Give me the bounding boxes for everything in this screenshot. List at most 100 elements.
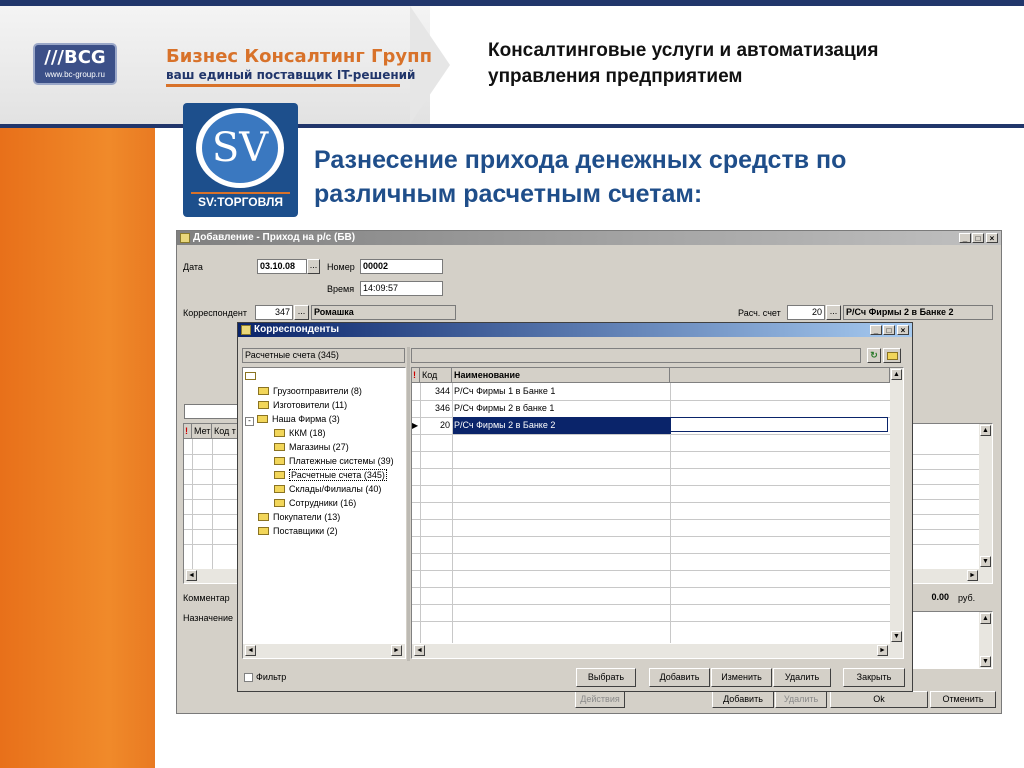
header-divider [0,124,1024,128]
grid-separator [412,536,890,537]
collapse-icon[interactable]: - [245,417,254,426]
sv-logo-caption: SV:ТОРГОВЛЯ [197,195,284,209]
folder-icon [258,527,269,535]
actions-button[interactable]: Действия [575,691,625,708]
correspondent-code-field[interactable]: 347 [255,305,293,320]
pane-splitter[interactable] [407,347,410,661]
search-field[interactable] [184,404,239,419]
scroll-right-icon[interactable]: ► [877,645,888,656]
scroll-right-icon[interactable]: ► [967,570,978,581]
grid-header-code[interactable]: Код [420,368,452,383]
account-picker-button[interactable]: ... [826,305,841,320]
grid-separator [412,485,890,486]
correspondent-name-field: Ромашка [311,305,456,320]
grid-header-name[interactable]: Наименование [452,368,670,383]
tree-item-selected[interactable]: Расчетные счета (345) [274,469,387,481]
filter-checkbox[interactable] [244,673,253,682]
dialog-titlebar: Корреспонденты _ □ × [238,323,912,337]
folder-icon [258,513,269,521]
time-field[interactable]: 14:09:57 [360,281,443,296]
scroll-left-icon[interactable]: ◄ [186,570,197,581]
items-grid-vscroll[interactable]: ▲ ▼ [979,424,992,569]
account-code-field[interactable]: 20 [787,305,825,320]
table-row[interactable]: 344 Р/Сч Фирмы 1 в Банке 1 [412,383,890,401]
tree-item[interactable]: Покупатели (13) [258,511,340,523]
tree-item[interactable]: Изготовители (11) [258,399,347,411]
scroll-left-icon[interactable]: ◄ [245,645,256,656]
add-button[interactable]: Добавить [712,691,774,708]
folder-icon [886,352,898,360]
ok-button[interactable]: Ok [830,691,928,708]
number-field[interactable]: 00002 [360,259,443,274]
scroll-right-icon[interactable]: ► [391,645,402,656]
minimize-button[interactable]: _ [959,233,971,243]
delete-button[interactable]: Удалить [775,691,827,708]
tree-item[interactable]: Поставщики (2) [258,525,338,537]
comment-label: Комментар [183,593,230,603]
select-button[interactable]: Выбрать [576,668,636,687]
tree-item-label: Покупатели (13) [273,512,341,522]
grid-hscroll[interactable]: ◄ ► [412,644,903,658]
scroll-down-icon[interactable]: ▼ [980,556,991,567]
tree-item[interactable]: Платежные системы (39) [274,455,394,467]
close-button[interactable]: × [986,233,998,243]
filter-label: Фильтр [256,672,287,682]
row-code: 344 [434,386,450,396]
header-title-line1: Консалтинговые услуги и автоматизация [488,40,879,61]
window-icon [180,233,190,243]
main-window-title: Добавление - Приход на р/с (БВ) [193,232,356,243]
tree-item[interactable]: Магазины (27) [274,441,349,453]
date-picker-button[interactable]: ... [307,259,320,274]
scroll-left-icon[interactable]: ◄ [414,645,425,656]
dialog-add-button[interactable]: Добавить [649,668,710,687]
grid-vscroll[interactable]: ▲ ▼ [890,368,903,644]
tree-hscroll[interactable]: ◄ ► [243,644,405,658]
items-grid-flag-header: ! [184,424,192,439]
tree-item[interactable]: ККМ (18) [274,427,326,439]
items-grid-header-met[interactable]: Мет [192,424,212,439]
table-row[interactable]: 346 Р/Сч Фирмы 2 в банке 1 [412,400,890,418]
scroll-up-icon[interactable]: ▲ [980,613,991,624]
scroll-down-icon[interactable]: ▼ [891,631,902,642]
scroll-down-icon[interactable]: ▼ [980,656,991,667]
tree-header: Расчетные счета (345) [242,348,405,363]
slide-title-line1: Разнесение прихода денежных средств по [314,146,847,174]
tree-item[interactable]: Грузоотправители (8) [258,385,362,397]
maximize-button[interactable]: □ [972,233,984,243]
dialog-close-action-button[interactable]: Закрыть [843,668,905,687]
tree-item-label: ККМ (18) [289,428,326,438]
table-row-selected[interactable]: ▶ 20 Р/Сч Фирмы 2 в Банке 2 [412,417,890,435]
folder-up-icon[interactable] [883,348,901,363]
cancel-button[interactable]: Отменить [930,691,996,708]
grid-separator [412,502,890,503]
scroll-up-icon[interactable]: ▲ [891,369,902,380]
purpose-vscroll[interactable]: ▲ ▼ [979,612,992,668]
tree-item[interactable]: Склады/Филиалы (40) [274,483,381,495]
correspondents-dialog: Корреспонденты _ □ × Расчетные счета (34… [237,322,913,692]
grid-separator [412,604,890,605]
company-slogan: ваш единый поставщик IT-решений [166,68,416,82]
tree-root[interactable] [245,370,260,382]
purpose-label: Назначение [183,613,234,623]
tree-item-label: Сотрудники (16) [289,498,357,508]
correspondents-grid[interactable]: ! Код Наименование 344 Р/Сч Фирмы 1 в Ба… [411,367,904,659]
grid-separator [412,553,890,554]
time-label: Время [327,284,355,294]
dialog-maximize-button[interactable]: □ [883,325,895,335]
correspondent-label: Корреспондент [183,308,247,318]
row-pointer-icon: ▶ [412,421,419,430]
correspondent-picker-button[interactable]: ... [294,305,309,320]
refresh-icon[interactable]: ↻ [867,348,881,363]
number-label: Номер [327,262,355,272]
category-tree[interactable]: Грузоотправители (8) Изготовители (11) -… [242,367,406,659]
tree-item[interactable]: Сотрудники (16) [274,497,356,509]
account-name-field: Р/Сч Фирмы 2 в Банке 2 [843,305,993,320]
dialog-minimize-button[interactable]: _ [870,325,882,335]
row-focus-cell [670,417,888,432]
dialog-close-button[interactable]: × [897,325,909,335]
dialog-delete-button[interactable]: Удалить [773,668,831,687]
date-field[interactable]: 03.10.08 [257,259,307,274]
tree-item[interactable]: - Наша Фирма (3) [245,413,340,426]
scroll-up-icon[interactable]: ▲ [980,425,991,436]
edit-button[interactable]: Изменить [711,668,772,687]
